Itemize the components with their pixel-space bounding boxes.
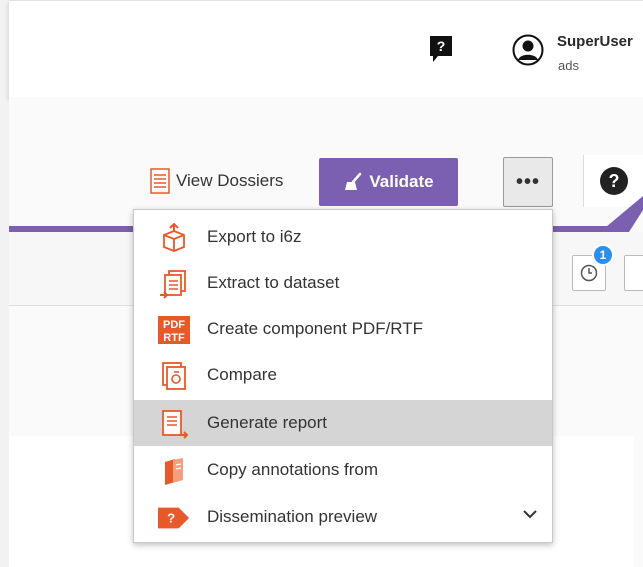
view-dossiers-label: View Dossiers	[176, 171, 284, 190]
svg-text:PDF: PDF	[163, 319, 185, 331]
svg-text:?: ?	[167, 511, 175, 526]
compare-icon	[162, 362, 186, 390]
report-icon	[162, 410, 189, 439]
menu-item-dissemination-preview[interactable]: ? Dissemination preview	[134, 494, 552, 540]
menu-item-export-i6z[interactable]: Export to i6z	[134, 214, 552, 260]
svg-text:RTF: RTF	[163, 332, 185, 344]
svg-text:?: ?	[608, 171, 619, 191]
validate-label: Validate	[369, 172, 434, 191]
menu-item-create-pdf-rtf[interactable]: PDF RTF Create component PDF/RTF	[134, 306, 552, 352]
toolbar-button-partial[interactable]	[624, 255, 643, 291]
view-dossiers-button[interactable]: View Dossiers	[150, 168, 283, 194]
svg-text:?: ?	[437, 38, 446, 54]
menu-item-label: Compare	[207, 365, 277, 384]
menu-item-label: Export to i6z	[207, 227, 302, 246]
document-icon	[150, 168, 170, 194]
user-subtitle: ads	[558, 58, 579, 73]
notification-badge: 1	[592, 244, 614, 266]
pdf-rtf-icon: PDF RTF	[158, 316, 190, 344]
broom-icon	[345, 172, 362, 190]
user-avatar-icon[interactable]	[512, 34, 544, 66]
export-cube-icon	[163, 223, 185, 252]
menu-item-generate-report[interactable]: Generate report	[134, 400, 552, 446]
copy-annotations-icon	[165, 458, 183, 485]
menu-item-compare[interactable]: Compare	[134, 352, 552, 398]
user-name[interactable]: SuperUser	[557, 33, 633, 50]
clock-icon	[580, 264, 598, 282]
extract-documents-icon	[160, 270, 186, 299]
validate-button[interactable]: Validate	[319, 158, 458, 206]
top-header	[9, 0, 643, 97]
menu-item-label: Dissemination preview	[207, 507, 378, 526]
question-chat-icon[interactable]: ?	[428, 34, 454, 64]
question-circle-icon: ?	[599, 167, 628, 195]
chevron-down-icon[interactable]	[520, 504, 540, 524]
menu-item-copy-annotations[interactable]: Copy annotations from	[134, 447, 552, 493]
dissemination-arrow-icon: ?	[158, 507, 190, 529]
menu-item-label: Extract to dataset	[207, 273, 340, 292]
menu-item-extract-dataset[interactable]: Extract to dataset	[134, 260, 552, 306]
more-options-menu: Export to i6z Extract to dataset PDF RTF…	[133, 209, 553, 543]
menu-item-label: Copy annotations from	[207, 460, 379, 479]
menu-item-label: Generate report	[207, 413, 328, 432]
purple-tab-corner	[600, 196, 643, 232]
menu-item-label: Create component PDF/RTF	[207, 319, 424, 338]
more-options-button[interactable]: •••	[503, 157, 553, 207]
